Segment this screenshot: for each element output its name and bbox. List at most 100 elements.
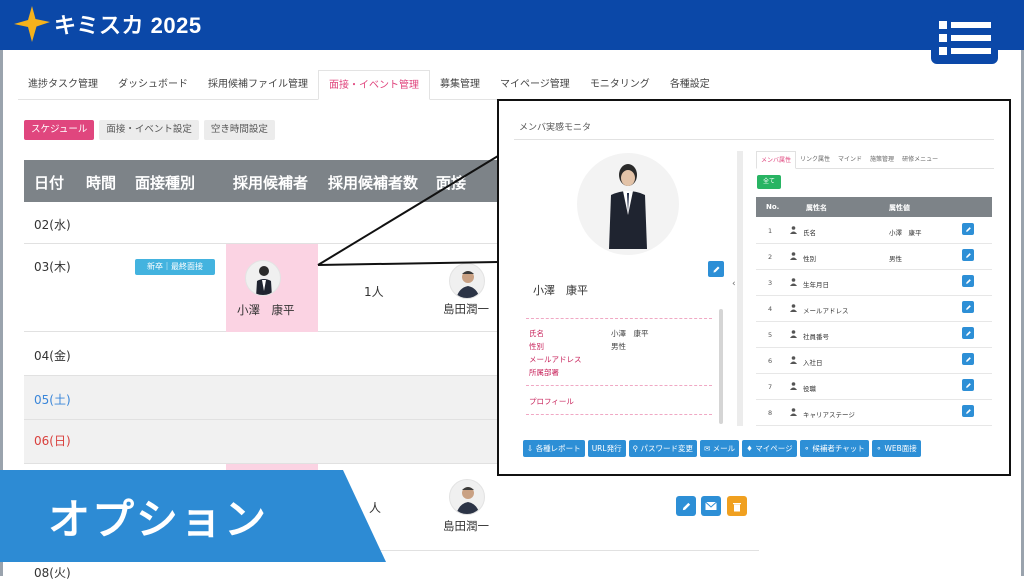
person-icon	[790, 226, 797, 234]
row-date: 06(日)	[34, 434, 71, 448]
button-label: WEB面接	[884, 444, 917, 453]
attribute-name: 役職	[803, 385, 816, 393]
reports-button[interactable]: ⇩ 各種レポート	[523, 440, 585, 457]
button-label: パスワード変更	[640, 444, 693, 453]
all-filter-button[interactable]: 全て	[757, 175, 781, 189]
pencil-icon	[965, 304, 971, 310]
button-label: URL発行	[591, 444, 622, 453]
person-icon	[790, 408, 797, 416]
scrollbar[interactable]	[719, 309, 723, 424]
tab-monitoring[interactable]: モニタリング	[580, 70, 660, 99]
schedule-header: 日付 時間 面接種別 採用候補者 採用候補者数 面接	[24, 160, 504, 202]
pencil-icon	[965, 408, 971, 414]
popup-title: メンバ実感モニタ	[519, 123, 592, 133]
table-row: 02(水)	[24, 202, 504, 244]
candidate-chat-button[interactable]: ⚬ 候補者チャット	[799, 440, 869, 457]
pencil-icon	[965, 252, 971, 258]
subtab-event-settings[interactable]: 面接・イベント設定	[99, 120, 199, 140]
divider	[526, 318, 712, 319]
attribute-value: 男性	[889, 255, 902, 263]
edit-attribute-button[interactable]	[962, 301, 974, 313]
chat-icon: ⚬	[803, 444, 810, 453]
table-row: 05(土)	[24, 376, 504, 420]
brand-name: キミスカ 2025	[54, 13, 202, 38]
edit-attribute-button[interactable]	[962, 249, 974, 261]
attribute-name: 性別	[803, 255, 816, 263]
pencil-icon	[965, 356, 971, 362]
row-number: 2	[768, 253, 773, 261]
password-change-button[interactable]: ⚲ パスワード変更	[628, 440, 697, 457]
edit-attribute-button[interactable]	[962, 223, 974, 235]
option-banner: オプション	[0, 470, 386, 562]
row-date: 02(水)	[34, 218, 71, 232]
envelope-icon: ✉	[703, 444, 711, 453]
tab-mind[interactable]: マインド	[834, 151, 866, 168]
col-interviewer: 面接	[436, 174, 467, 192]
pencil-icon	[713, 266, 719, 272]
interviewer-name: 島田潤一	[443, 519, 489, 533]
url-issue-button[interactable]: URL発行	[587, 440, 626, 457]
tab-interview-events[interactable]: 面接・イベント管理	[318, 70, 430, 100]
attribute-value: 小澤 康平	[889, 229, 922, 237]
tab-training-menu[interactable]: 研修メニュー	[898, 151, 942, 168]
attribute-name: 生年月日	[803, 281, 829, 289]
divider	[526, 414, 712, 415]
row-date: 03(木)	[34, 260, 71, 274]
row-number: 3	[768, 279, 773, 287]
tab-member-attributes[interactable]: メンバ属性	[756, 151, 797, 169]
member-tabs: メンバ属性 リンク属性 マインド 施策管理 研修メニュー	[756, 151, 994, 169]
row-date: 04(金)	[34, 349, 71, 363]
tab-link-attributes[interactable]: リンク属性	[796, 151, 834, 168]
candidate-avatar[interactable]	[245, 260, 281, 296]
tab-dashboard[interactable]: ダッシュボード	[108, 70, 198, 99]
delete-button[interactable]	[727, 496, 747, 516]
brand-logo[interactable]: キミスカ 2025	[12, 4, 202, 44]
candidate-name[interactable]: 小澤 康平	[237, 302, 295, 318]
button-label: 候補者チャット	[812, 444, 865, 453]
col-attr-name: 属性名	[806, 204, 827, 212]
attribute-name: 入社日	[803, 359, 823, 367]
panel-splitter[interactable]	[737, 151, 743, 426]
subtab-schedule[interactable]: スケジュール	[24, 120, 95, 140]
table-row: 3 生年月日	[756, 270, 992, 296]
person-icon	[790, 382, 797, 390]
divider	[526, 385, 712, 386]
attribute-key: 所属部署	[529, 368, 559, 377]
mail-button[interactable]: ✉ メール	[699, 440, 740, 457]
row-number: 1	[768, 227, 773, 235]
mypage-button[interactable]: ♦ マイページ	[742, 440, 797, 457]
tab-mypage[interactable]: マイページ管理	[490, 70, 580, 99]
tab-candidate-files[interactable]: 採用候補ファイル管理	[198, 70, 318, 99]
chevron-left-icon[interactable]: ‹	[732, 279, 736, 289]
edit-attribute-button[interactable]	[962, 405, 974, 417]
tab-measures[interactable]: 施策管理	[866, 151, 898, 168]
table-row: 5 社員番号	[756, 322, 992, 348]
attribute-key: メールアドレス	[529, 355, 582, 364]
tab-progress-tasks[interactable]: 進捗タスク管理	[18, 70, 108, 99]
web-interview-button[interactable]: ⚬ WEB面接	[871, 440, 921, 457]
hamburger-menu-button[interactable]	[931, 12, 998, 64]
button-label: メール	[712, 444, 736, 453]
edit-photo-button[interactable]	[708, 261, 724, 277]
download-icon: ⇩	[527, 444, 534, 453]
edit-attribute-button[interactable]	[962, 327, 974, 339]
pencil-icon	[965, 330, 971, 336]
tab-recruitment[interactable]: 募集管理	[430, 70, 490, 99]
edit-attribute-button[interactable]	[962, 379, 974, 391]
subtab-free-time[interactable]: 空き時間設定	[203, 120, 275, 140]
table-row: 2 性別 男性	[756, 244, 992, 270]
tab-settings[interactable]: 各種設定	[660, 70, 720, 99]
col-candidate: 採用候補者	[233, 174, 309, 192]
attribute-name: 氏名	[803, 229, 816, 237]
star-logo-icon	[14, 6, 50, 42]
attribute-value: 男性	[611, 342, 626, 351]
table-row: 04(金)	[24, 332, 504, 376]
edit-attribute-button[interactable]	[962, 275, 974, 287]
mail-button[interactable]	[701, 496, 721, 516]
attribute-name: メールアドレス	[803, 307, 849, 315]
edit-button[interactable]	[676, 496, 696, 516]
attribute-value: 小澤 康平	[611, 329, 649, 338]
main-nav-tabs: 進捗タスク管理 ダッシュボード 採用候補ファイル管理 面接・イベント管理 募集管…	[18, 70, 753, 100]
edit-attribute-button[interactable]	[962, 353, 974, 365]
divider	[514, 139, 994, 140]
